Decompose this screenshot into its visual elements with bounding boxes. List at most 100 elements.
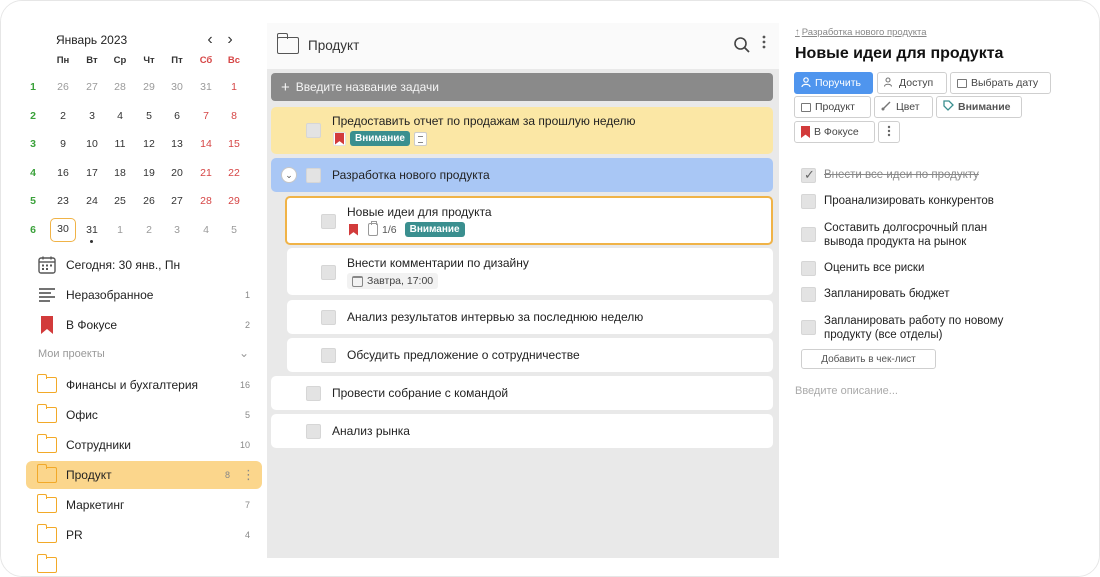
today-item[interactable]: Сегодня: 30 янв., Пн — [26, 251, 262, 279]
checklist-checkbox[interactable] — [801, 167, 816, 183]
task-row[interactable]: Предоставить отчет по продажам за прошлу… — [271, 107, 773, 154]
calendar-day[interactable]: 12 — [136, 138, 162, 150]
checklist-item[interactable]: Запланировать бюджет — [801, 287, 949, 302]
calendar-day[interactable]: 1 — [221, 81, 247, 93]
calendar-day[interactable]: 11 — [107, 138, 133, 150]
week-number[interactable]: 3 — [23, 138, 43, 150]
calendar-day[interactable]: 27 — [79, 81, 105, 93]
chevron-left-icon[interactable]: ‹ — [203, 31, 217, 49]
access-button[interactable]: Доступ — [877, 72, 947, 94]
focus-button[interactable]: В Фокусе — [794, 121, 875, 143]
calendar-day[interactable]: 3 — [79, 110, 105, 122]
calendar-day[interactable]: 30 — [164, 81, 190, 93]
calendar-day[interactable]: 5 — [221, 224, 247, 236]
task-checkbox[interactable] — [306, 123, 321, 138]
calendar-day[interactable]: 25 — [107, 195, 133, 207]
calendar-day[interactable]: 18 — [107, 167, 133, 179]
search-icon[interactable] — [733, 36, 751, 54]
week-number[interactable]: 1 — [23, 81, 43, 93]
calendar-day[interactable]: 31 — [193, 81, 219, 93]
calendar-day[interactable]: 21 — [193, 167, 219, 179]
add-checklist-button[interactable]: Добавить в чек-лист — [801, 349, 936, 369]
calendar-day[interactable]: 26 — [136, 195, 162, 207]
more-options-button[interactable] — [878, 121, 900, 143]
week-number[interactable]: 6 — [23, 224, 43, 236]
calendar-day[interactable]: 17 — [79, 167, 105, 179]
calendar-day[interactable]: 23 — [50, 195, 76, 207]
task-row[interactable]: Провести собрание с командой — [271, 376, 773, 410]
calendar-day[interactable]: 28 — [107, 81, 133, 93]
checklist-item[interactable]: Запланировать работу по новому продукту … — [801, 314, 1019, 342]
due-date-chip[interactable]: Завтра, 17:00 — [347, 273, 439, 289]
task-checkbox[interactable] — [321, 265, 336, 280]
calendar-day[interactable]: 6 — [164, 110, 190, 122]
calendar-day[interactable]: 1 — [107, 224, 133, 236]
task-detail-title[interactable]: Новые идеи для продукта — [795, 45, 1003, 63]
assign-button[interactable]: Поручить — [794, 72, 873, 94]
calendar-day[interactable]: 15 — [221, 138, 247, 150]
checklist-checkbox[interactable] — [801, 287, 816, 302]
calendar-day[interactable]: 29 — [221, 195, 247, 207]
subtask-row[interactable]: Внести комментарии по дизайну Завтра, 17… — [287, 248, 773, 295]
task-checkbox[interactable] — [306, 424, 321, 439]
sidebar-item-project[interactable] — [26, 551, 262, 576]
calendar-day[interactable]: 3 — [164, 224, 190, 236]
new-task-input[interactable]: + Введите название задачи — [271, 73, 773, 101]
task-row[interactable]: Анализ рынка — [271, 414, 773, 448]
task-checkbox[interactable] — [306, 168, 321, 183]
subtask-row[interactable]: Обсудить предложение о сотрудничестве — [287, 338, 773, 372]
attention-tag-button[interactable]: Внимание — [936, 96, 1022, 118]
sidebar-item-project[interactable]: Офис 5 — [26, 401, 262, 429]
pick-date-button[interactable]: Выбрать дату — [950, 72, 1051, 94]
calendar-day[interactable]: 9 — [50, 138, 76, 150]
calendar-day[interactable]: 26 — [50, 81, 76, 93]
sidebar-item-project[interactable]: PR 4 — [26, 521, 262, 549]
sidebar-item-focus[interactable]: В Фокусе 2 — [26, 311, 262, 339]
breadcrumb[interactable]: ↑ Разработка нового продукта — [795, 27, 927, 38]
color-button[interactable]: Цвет — [874, 96, 933, 118]
calendar-day[interactable]: 20 — [164, 167, 190, 179]
calendar-day[interactable]: 19 — [136, 167, 162, 179]
checklist-checkbox[interactable] — [801, 320, 816, 335]
task-checkbox[interactable] — [321, 214, 336, 229]
calendar-day[interactable]: 2 — [50, 110, 76, 122]
chevron-right-icon[interactable]: › — [223, 31, 237, 49]
calendar-day[interactable]: 16 — [50, 167, 76, 179]
calendar-day-today[interactable]: 30 — [50, 217, 76, 242]
more-vertical-icon[interactable] — [760, 35, 768, 49]
breadcrumb-link[interactable]: Разработка нового продукта — [802, 27, 927, 38]
task-checkbox[interactable] — [321, 348, 336, 363]
chevron-down-icon[interactable]: ⌄ — [281, 167, 297, 183]
checklist-item[interactable]: Проанализировать конкурентов — [801, 194, 994, 209]
calendar-day[interactable]: 4 — [107, 110, 133, 122]
calendar-day[interactable]: 22 — [221, 167, 247, 179]
more-vertical-icon[interactable]: ⋮ — [242, 467, 255, 483]
calendar-day[interactable]: 10 — [79, 138, 105, 150]
checklist-checkbox[interactable] — [801, 261, 816, 276]
calendar-day[interactable]: 24 — [79, 195, 105, 207]
sidebar-item-project[interactable]: Маркетинг 7 — [26, 491, 262, 519]
checklist-item[interactable]: Внести все идеи по продукту — [801, 167, 979, 183]
task-checkbox[interactable] — [306, 386, 321, 401]
task-row-parent[interactable]: ⌄ Разработка нового продукта — [271, 158, 773, 192]
sidebar-item-inbox[interactable]: Неразобранное 1 — [26, 281, 262, 309]
calendar-day[interactable]: 13 — [164, 138, 190, 150]
subtask-row-focused[interactable]: Новые идеи для продукта 1/6 Внимание — [285, 196, 773, 245]
checklist-checkbox[interactable] — [801, 227, 816, 242]
week-number[interactable]: 4 — [23, 167, 43, 179]
calendar-day[interactable]: 29 — [136, 81, 162, 93]
calendar-day[interactable]: 14 — [193, 138, 219, 150]
checklist-item[interactable]: Оценить все риски — [801, 261, 924, 276]
calendar-day[interactable]: 28 — [193, 195, 219, 207]
week-number[interactable]: 5 — [23, 195, 43, 207]
calendar-day[interactable]: 27 — [164, 195, 190, 207]
task-checkbox[interactable] — [321, 310, 336, 325]
calendar-day[interactable]: 5 — [136, 110, 162, 122]
project-button[interactable]: Продукт — [794, 96, 871, 118]
sidebar-item-project[interactable]: Сотрудники 10 — [26, 431, 262, 459]
calendar-day[interactable]: 31 — [79, 224, 105, 243]
sidebar-item-project[interactable]: Финансы и бухгалтерия 16 — [26, 371, 262, 399]
calendar-day[interactable]: 4 — [193, 224, 219, 236]
description-input[interactable]: Введите описание... — [795, 385, 898, 397]
calendar-day[interactable]: 2 — [136, 224, 162, 236]
